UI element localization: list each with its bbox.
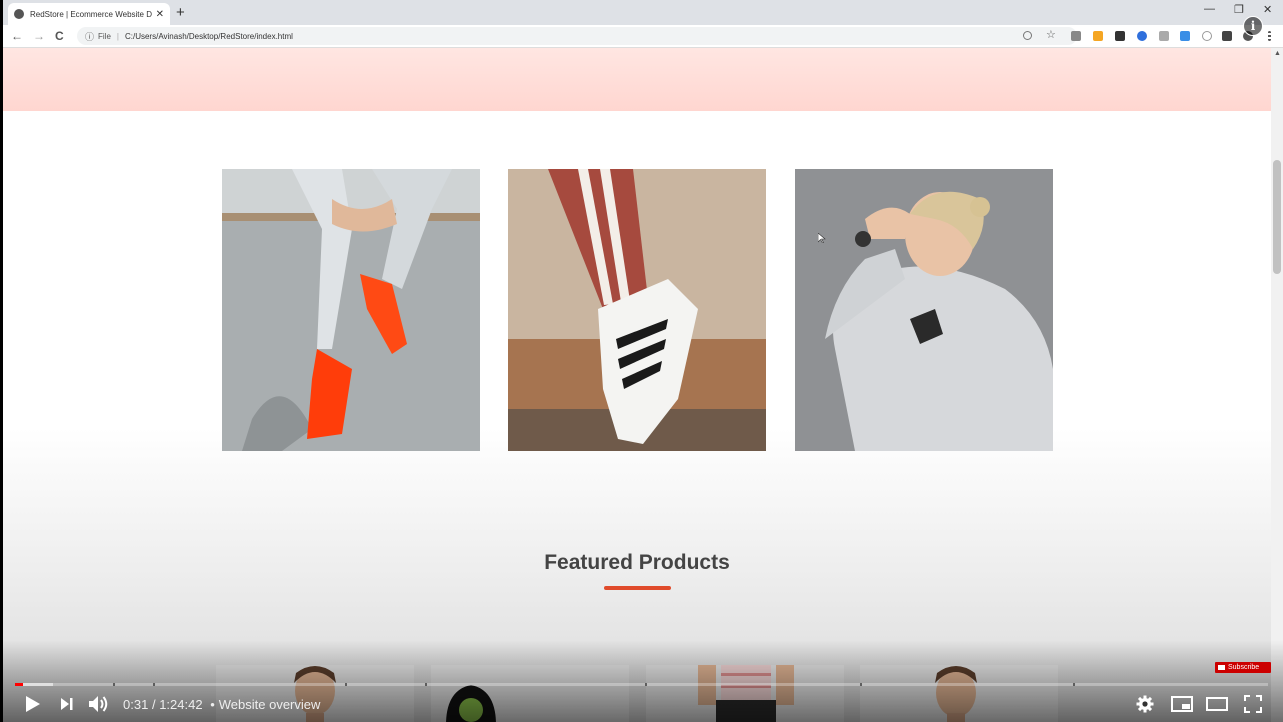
header-background [3, 48, 1271, 111]
page-scrollbar[interactable]: ▲ [1271, 48, 1283, 722]
gear-icon [1136, 695, 1154, 713]
restore-button[interactable]: ❐ [1234, 3, 1244, 16]
chapter-marker [153, 683, 155, 686]
iq-icon[interactable] [1180, 31, 1190, 41]
tab-close-icon[interactable]: ✕ [156, 9, 164, 20]
bell-icon[interactable] [1093, 31, 1103, 41]
miniplayer-icon [1171, 696, 1193, 712]
tab-strip: RedStore | Ecommerce Website D ✕ + — ❐ ✕ [3, 0, 1283, 25]
featured-products-title: Featured Products [544, 551, 730, 574]
web-page: Featured Products [3, 48, 1271, 722]
current-time: 0:31 [123, 697, 149, 712]
chapter-marker [1073, 683, 1075, 686]
subscribe-button[interactable]: Subscribe [1215, 662, 1271, 673]
play-icon [26, 696, 40, 712]
next-button[interactable] [60, 694, 74, 714]
time-display: 0:31 / 1:24:42 • Website overview [123, 697, 320, 712]
category-image-striped-sneaker[interactable] [508, 169, 766, 451]
menu-icon[interactable] [1268, 31, 1271, 41]
youtube-logo-icon [1218, 665, 1225, 670]
back-button[interactable]: ← [11, 29, 23, 43]
chapter-marker [425, 683, 427, 686]
address-toolbar: ← → C ⓘ File | C:/Users/Avinash/Desktop/… [3, 25, 1283, 48]
minimize-button[interactable]: — [1204, 3, 1215, 15]
chapter-title[interactable]: Website overview [219, 697, 321, 712]
zoom-icon[interactable] [1023, 31, 1032, 40]
scroll-up-arrow-icon[interactable]: ▲ [1274, 50, 1281, 57]
close-window-button[interactable]: ✕ [1263, 3, 1272, 16]
chapter-bullet: • [210, 697, 215, 712]
link-icon[interactable] [1159, 31, 1169, 41]
theater-mode-icon [1206, 697, 1228, 711]
blue-circle-icon[interactable] [1137, 31, 1147, 41]
category-photo-1 [222, 169, 480, 451]
address-bar[interactable]: ⓘ File | C:/Users/Avinash/Desktop/RedSto… [77, 27, 1077, 45]
play-button[interactable] [25, 694, 41, 714]
chapter-marker [113, 683, 115, 686]
next-icon [61, 698, 73, 710]
featured-title-underline [604, 586, 671, 590]
theater-mode-button[interactable] [1206, 694, 1228, 714]
chapter-marker [345, 683, 347, 686]
scrollbar-thumb[interactable] [1273, 160, 1281, 274]
volume-button[interactable] [88, 694, 110, 714]
reload-button[interactable]: C [55, 29, 64, 43]
category-image-jeans-sneakers[interactable] [222, 169, 480, 451]
category-photo-2 [508, 169, 766, 451]
chapter-marker [860, 683, 862, 686]
settings-button[interactable] [1136, 694, 1154, 714]
new-tab-button[interactable]: + [176, 4, 185, 21]
chapter-marker [645, 683, 647, 686]
m-icon[interactable] [1115, 31, 1125, 41]
globe-icon [14, 9, 24, 19]
address-separator: | [116, 31, 119, 41]
time-separator: / [151, 697, 156, 712]
camera-icon[interactable] [1071, 31, 1081, 41]
browser-chrome: RedStore | Ecommerce Website D ✕ + — ❐ ✕… [3, 0, 1283, 48]
duration: 1:24:42 [159, 697, 203, 712]
video-info-icon[interactable]: i [1243, 16, 1263, 36]
category-image-hoodie-woman[interactable] [795, 169, 1053, 451]
fullscreen-icon [1244, 695, 1262, 713]
star-icon[interactable]: ☆ [1046, 28, 1056, 41]
url-text[interactable]: C:/Users/Avinash/Desktop/RedStore/index.… [125, 32, 293, 41]
fullscreen-button[interactable] [1244, 694, 1262, 714]
puzzle-icon[interactable] [1222, 31, 1232, 41]
forward-button[interactable]: → [33, 29, 45, 43]
volume-icon [89, 696, 108, 712]
grammarly-icon[interactable] [1202, 31, 1212, 41]
subscribe-label: Subscribe [1228, 664, 1260, 671]
played-progress [15, 683, 23, 686]
video-progress-bar[interactable] [15, 683, 1268, 686]
miniplayer-button[interactable] [1171, 694, 1193, 714]
scheme-label: File [98, 31, 111, 41]
mouse-cursor [817, 230, 826, 244]
site-info-icon[interactable]: ⓘ [85, 30, 94, 43]
browser-tab[interactable]: RedStore | Ecommerce Website D ✕ [8, 3, 170, 25]
tab-title: RedStore | Ecommerce Website D [30, 9, 152, 19]
category-photo-3 [795, 169, 1053, 451]
